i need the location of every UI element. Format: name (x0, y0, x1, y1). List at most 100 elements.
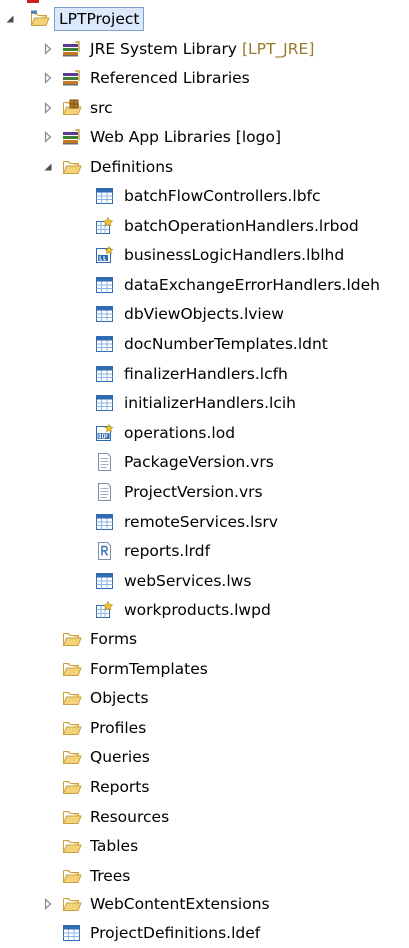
table-file-icon (95, 187, 115, 205)
project-folder-icon (30, 10, 50, 28)
definitions-file-item[interactable]: reports.lrdf (0, 536, 409, 566)
folder-item[interactable]: Trees (0, 861, 409, 891)
tree-item-referenced-libraries[interactable]: Referenced Libraries (0, 63, 409, 93)
table-file-icon (95, 335, 115, 353)
definitions-file-item[interactable]: dbViewObjects.lview (0, 299, 409, 329)
folder-item[interactable]: Tables (0, 831, 409, 861)
error-marker-icon (27, 0, 39, 3)
collapsed-twisty-icon[interactable] (40, 63, 56, 93)
tree-item-label: JRE System Library (90, 40, 237, 58)
package-folder-icon (62, 99, 82, 117)
collapsed-twisty-icon[interactable] (40, 93, 56, 123)
tree-item-label: Resources (90, 807, 170, 826)
folder-item[interactable]: Objects (0, 683, 409, 713)
tree-item-src[interactable]: src (0, 93, 409, 123)
folder-open-icon (62, 867, 82, 885)
tree-item-label: workproducts.lwpd (124, 601, 271, 620)
collapsed-twisty-icon[interactable] (40, 122, 56, 152)
tree-item-label: reports.lrdf (124, 542, 211, 561)
folder-open-icon (62, 808, 82, 826)
tree-item-label: dbViewObjects.lview (124, 305, 284, 324)
folder-open-icon (62, 660, 82, 678)
tree-item-label: PackageVersion.vrs (124, 453, 274, 472)
definitions-file-item[interactable]: docNumberTemplates.ldnt (0, 329, 409, 359)
definitions-file-item[interactable]: dataExchangeErrorHandlers.ldeh (0, 270, 409, 300)
folder-open-icon (62, 689, 82, 707)
bl-file-icon (95, 246, 115, 264)
library-icon (62, 40, 82, 58)
tree-item-label: webServices.lws (124, 571, 252, 590)
handler-file-icon (95, 601, 115, 619)
tree-item-label: Definitions (90, 158, 174, 176)
tree-item-label: remoteServices.lsrv (124, 512, 278, 531)
project-explorer-tree: LPTProject JRE System Library [LPT_JRE] … (0, 0, 409, 946)
expanded-twisty-icon[interactable] (2, 4, 18, 34)
table-file-icon (95, 305, 115, 323)
tree-item-webcontentextensions[interactable]: WebContentExtensions (0, 889, 409, 919)
tree-item-label: WebContentExtensions (90, 895, 270, 913)
table-file-icon (95, 394, 115, 412)
tree-item-label: Tables (90, 837, 139, 856)
tree-item-web-app-libraries[interactable]: Web App Libraries [logo] (0, 122, 409, 152)
folder-open-icon (62, 630, 82, 648)
library-icon (62, 69, 82, 87)
definitions-file-item[interactable]: initializerHandlers.lcih (0, 388, 409, 418)
tree-item-projectdefinitions[interactable]: ProjectDefinitions.ldef (0, 918, 409, 948)
folder-item[interactable]: Forms (0, 624, 409, 654)
folder-item[interactable]: Queries (0, 742, 409, 772)
tree-item-label: docNumberTemplates.ldnt (124, 335, 328, 353)
definitions-file-item[interactable]: PackageVersion.vrs (0, 447, 409, 477)
table-file-icon (95, 572, 115, 590)
tree-item-label: Reports (90, 778, 150, 796)
folder-open-icon (62, 158, 82, 176)
folder-item[interactable]: Resources (0, 802, 409, 832)
folder-open-icon (62, 837, 82, 855)
tree-item-label: batchFlowControllers.lbfc (124, 187, 321, 205)
handler-file-icon (95, 216, 115, 235)
collapsed-twisty-icon[interactable] (40, 34, 56, 64)
tree-item-label: LPTProject (54, 7, 145, 31)
folder-item[interactable]: Profiles (0, 713, 409, 743)
definitions-file-item[interactable]: operations.lod (0, 418, 409, 448)
bo-file-icon (95, 423, 115, 442)
tree-item-label: FormTemplates (90, 659, 208, 678)
tree-item-label: Referenced Libraries (90, 69, 250, 87)
definitions-file-item[interactable]: businessLogicHandlers.lblhd (0, 240, 409, 270)
tree-item-label: Objects (90, 689, 149, 708)
tree-item-label: ProjectDefinitions.ldef (90, 924, 261, 942)
tree-item-label: src (90, 99, 113, 117)
folder-open-icon (62, 895, 82, 913)
folder-item[interactable]: Reports (0, 772, 409, 802)
definitions-file-item[interactable]: workproducts.lwpd (0, 595, 409, 625)
table-file-icon (95, 365, 115, 383)
definitions-file-item[interactable]: batchFlowControllers.lbfc (0, 181, 409, 211)
folder-open-icon (62, 748, 82, 766)
tree-item-label: initializerHandlers.lcih (124, 394, 296, 413)
tree-item-label: batchOperationHandlers.lrbod (124, 216, 359, 235)
tree-item-label: Profiles (90, 718, 147, 737)
definitions-file-item[interactable]: remoteServices.lsrv (0, 507, 409, 537)
tree-item-label: Queries (90, 748, 150, 767)
tree-item-label: businessLogicHandlers.lblhd (124, 246, 345, 265)
tree-item-definitions[interactable]: Definitions (0, 152, 409, 182)
folder-item[interactable]: FormTemplates (0, 654, 409, 684)
tree-item-label: dataExchangeErrorHandlers.ldeh (124, 275, 380, 294)
text-file-icon (95, 453, 115, 472)
tree-item-label: Forms (90, 630, 138, 648)
tree-item-decoration: [LPT_JRE] (241, 40, 315, 58)
tree-item-label: Web App Libraries [logo] (90, 128, 282, 146)
definitions-file-item[interactable]: ProjectVersion.vrs (0, 477, 409, 507)
text-file-icon (95, 483, 115, 501)
tree-item-jre-system-library[interactable]: JRE System Library [LPT_JRE] (0, 34, 409, 64)
definitions-file-item[interactable]: finalizerHandlers.lcfh (0, 359, 409, 389)
definitions-file-item[interactable]: batchOperationHandlers.lrbod (0, 211, 409, 241)
tree-item-label: ProjectVersion.vrs (124, 483, 263, 501)
tree-root-item[interactable]: LPTProject (0, 4, 409, 34)
tree-item-label: finalizerHandlers.lcfh (124, 364, 288, 383)
expanded-twisty-icon[interactable] (40, 152, 56, 182)
table-file-icon (95, 513, 115, 531)
definitions-file-item[interactable]: webServices.lws (0, 566, 409, 596)
tree-item-label: Trees (90, 866, 131, 885)
table-file-icon (95, 276, 115, 294)
collapsed-twisty-icon[interactable] (40, 889, 56, 919)
